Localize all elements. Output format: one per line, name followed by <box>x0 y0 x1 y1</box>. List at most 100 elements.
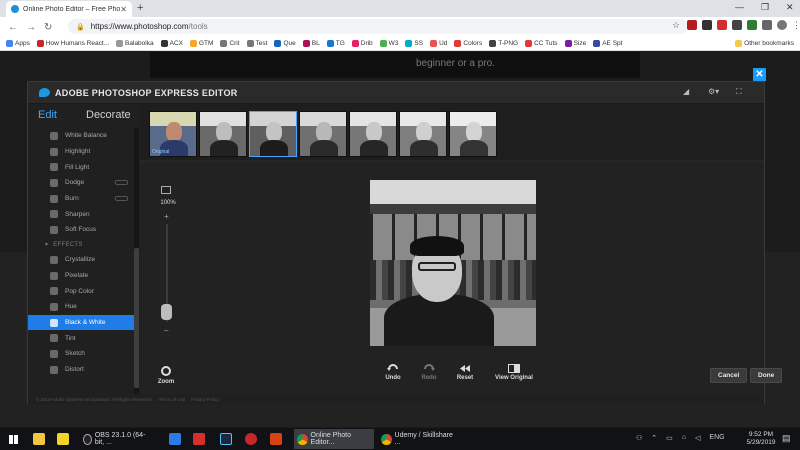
bookmark-item[interactable]: GTM <box>189 40 213 47</box>
effect-crystallize[interactable]: Crystallize <box>28 252 134 268</box>
menu-kebab-icon[interactable]: ⋮ <box>792 20 800 30</box>
bookmark-item[interactable]: AE Spt <box>593 40 622 47</box>
bookmark-item[interactable]: W3 <box>379 40 398 47</box>
people-icon[interactable]: ⚇ <box>636 434 642 442</box>
mail-extension-icon[interactable] <box>717 20 727 30</box>
bookmark-item[interactable]: Drib <box>351 40 373 47</box>
app-icon[interactable] <box>245 433 257 445</box>
network-icon[interactable]: ⌂ <box>682 434 686 442</box>
settings-gear-icon[interactable]: ⚙▾ <box>708 87 719 99</box>
dodge-toggle[interactable] <box>115 180 128 186</box>
fit-screen-icon[interactable] <box>161 186 171 194</box>
windows-start-icon[interactable] <box>9 435 18 444</box>
bookmark-item[interactable]: SS <box>405 40 423 47</box>
effect-pixelate[interactable]: Pixelate <box>28 268 134 284</box>
effects-section-header[interactable]: ▼ EFFECTS <box>28 238 134 252</box>
bookmark-item[interactable]: T-PNG <box>489 40 518 47</box>
view-original-button[interactable]: View Original <box>486 364 542 386</box>
bookmark-item[interactable]: Que <box>274 40 296 47</box>
bookmark-item[interactable]: Ud <box>430 40 447 47</box>
bookmark-item[interactable]: Apps <box>6 40 30 47</box>
zoom-out-icon[interactable]: – <box>164 326 168 335</box>
file-explorer-icon[interactable] <box>33 433 45 445</box>
eraser-tool-icon[interactable]: ◢ <box>683 87 689 99</box>
tool-highlight[interactable]: Highlight <box>28 144 134 160</box>
bookmark-item[interactable]: CC Tuts <box>525 40 558 47</box>
terms-link[interactable]: Terms of Use <box>159 397 186 402</box>
tool-white-balance[interactable]: White Balance <box>28 128 134 144</box>
scrollbar-thumb[interactable] <box>134 248 139 388</box>
thumbnail-variation[interactable] <box>349 111 397 157</box>
close-window-icon[interactable]: ✕ <box>786 2 794 13</box>
zoom-slider-handle[interactable] <box>161 304 172 320</box>
bookmark-item[interactable]: Crit <box>220 40 240 47</box>
back-icon[interactable]: ← <box>8 22 18 33</box>
profile-avatar-icon[interactable] <box>777 20 787 30</box>
effect-hue[interactable]: Hue <box>28 299 134 315</box>
acrobat-icon[interactable] <box>193 433 205 445</box>
thumbnail-variation[interactable] <box>299 111 347 157</box>
tab-edit[interactable]: Edit <box>38 109 57 121</box>
effect-distort[interactable]: Distort <box>28 362 134 378</box>
tool-dodge[interactable]: Dodge <box>28 175 134 191</box>
extension-icon[interactable] <box>762 20 772 30</box>
burn-toggle[interactable] <box>115 195 128 201</box>
star-icon[interactable]: ☆ <box>672 20 682 30</box>
volume-icon[interactable]: ◁ <box>695 434 700 442</box>
language-indicator[interactable]: ENG <box>709 434 724 442</box>
maximize-icon[interactable]: ❐ <box>761 2 769 13</box>
privacy-link[interactable]: Privacy Policy <box>191 397 219 402</box>
bookmark-item[interactable]: Colors <box>454 40 482 47</box>
tool-soft-focus[interactable]: Soft Focus <box>28 222 134 238</box>
close-tab-icon[interactable]: ✕ <box>120 5 127 14</box>
thumbnail-variation[interactable] <box>399 111 447 157</box>
bookmark-item[interactable]: TG <box>326 40 345 47</box>
thumbnail-original[interactable]: Original <box>149 111 197 157</box>
fullscreen-icon[interactable]: ⛶ <box>736 87 742 99</box>
pdf-extension-icon[interactable] <box>687 20 697 30</box>
effect-black-white[interactable]: Black & White <box>28 314 134 331</box>
tool-burn[interactable]: Burn <box>28 191 134 207</box>
minimize-icon[interactable]: — <box>735 2 744 12</box>
bookmark-item[interactable]: How Humans React... <box>36 40 109 47</box>
sidebar-scrollbar[interactable] <box>134 128 139 394</box>
tab-decorate[interactable]: Decorate <box>86 109 131 121</box>
lightroom-icon[interactable] <box>220 433 232 445</box>
bookmark-item[interactable]: ACX <box>160 40 183 47</box>
new-tab-icon[interactable]: + <box>137 2 143 14</box>
extension-icon[interactable] <box>732 20 742 30</box>
taskbar-obs[interactable]: OBS 23.1.0 (64-bit, ... <box>80 429 146 449</box>
other-bookmarks[interactable]: Other bookmarks <box>735 40 794 47</box>
thumbnail-variation[interactable] <box>199 111 247 157</box>
address-bar[interactable]: 🔒 https://www.photoshop.com /tools <box>68 19 688 34</box>
sticky-notes-icon[interactable] <box>57 433 69 445</box>
bookmark-item[interactable]: Balabolka <box>116 40 154 47</box>
thumbnail-variation-selected[interactable] <box>249 111 297 157</box>
edited-photo[interactable] <box>370 180 536 346</box>
effect-tint[interactable]: Tint <box>28 330 134 346</box>
done-button[interactable]: Done <box>750 368 783 383</box>
browser-tab[interactable]: Online Photo Editor – Free Photo... ✕ <box>6 1 132 17</box>
bookmark-item[interactable]: Test <box>246 40 267 47</box>
taskbar-chrome-photo-editor[interactable]: Online Photo Editor... <box>294 429 374 449</box>
reload-icon[interactable]: ↻ <box>44 22 52 33</box>
zoom-tool-button[interactable]: Zoom <box>154 366 178 390</box>
tool-sharpen[interactable]: Sharpen <box>28 206 134 222</box>
forward-icon[interactable]: → <box>26 22 36 33</box>
grid-extension-icon[interactable] <box>702 20 712 30</box>
notifications-icon[interactable]: ▤ <box>782 433 791 444</box>
zoom-in-icon[interactable]: + <box>164 212 169 221</box>
effect-pop-color[interactable]: Pop Color <box>28 283 134 299</box>
bookmark-item[interactable]: Size <box>564 40 586 47</box>
cancel-button[interactable]: Cancel <box>710 368 748 383</box>
extension-icon[interactable] <box>747 20 757 30</box>
effect-sketch[interactable]: Sketch <box>28 346 134 362</box>
thumbnail-variation[interactable] <box>449 111 497 157</box>
reset-button[interactable]: Reset <box>442 364 488 386</box>
clock[interactable]: 9:52 PM 5/29/2019 <box>745 431 777 447</box>
close-editor-icon[interactable]: ✕ <box>753 68 766 81</box>
power-icon[interactable]: ▭ <box>666 434 673 442</box>
app-icon[interactable] <box>270 433 282 445</box>
chevron-up-icon[interactable]: ⌃ <box>651 434 657 442</box>
bookmark-item[interactable]: BL <box>302 40 320 47</box>
